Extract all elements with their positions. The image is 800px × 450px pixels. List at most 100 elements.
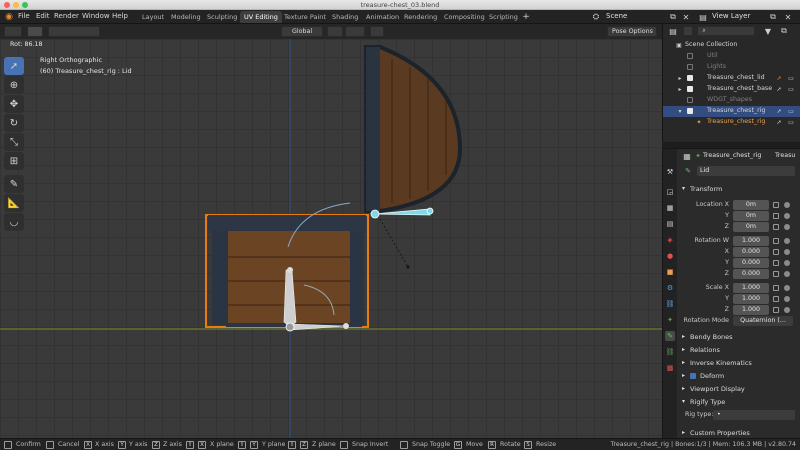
pose-options-dropdown[interactable]: Pose Options (607, 26, 657, 37)
tab-uv-editing[interactable]: UV Editing (240, 11, 282, 23)
world-icon[interactable]: ● (665, 251, 675, 261)
monitor-icon[interactable]: ▭ (787, 85, 795, 93)
exclude-checkbox[interactable] (687, 64, 693, 70)
bone-name-field[interactable]: Lid (697, 166, 795, 176)
keyframe-icon[interactable] (784, 213, 790, 219)
rotation-z-field[interactable]: 0.000 (733, 269, 769, 279)
rotation-y-field[interactable]: 0.000 (733, 258, 769, 268)
keyframe-icon[interactable] (784, 260, 790, 266)
constraints-icon[interactable]: ⛓ (665, 299, 675, 309)
annotate-tool-icon[interactable]: ✎ (4, 175, 24, 193)
lock-icon[interactable] (773, 285, 779, 291)
tool-settings-icon[interactable]: ⚒ (665, 167, 675, 177)
outliner-item-rig-armature[interactable]: ✦ Treasure_chest_rig ➚ ▭ (663, 117, 800, 128)
transform-panel-header[interactable]: ▾ Transform (678, 183, 800, 195)
outliner-item-wdgt[interactable]: WDGT_shapes (663, 95, 800, 106)
exclude-checkbox[interactable] (687, 86, 693, 92)
pivot-dropdown[interactable] (327, 26, 343, 37)
deform-panel[interactable]: ▸ Deform (678, 370, 800, 382)
select-arrow-icon[interactable]: ➚ (775, 107, 783, 115)
scene-name[interactable]: Scene (606, 12, 627, 20)
lock-icon[interactable] (773, 249, 779, 255)
scale-x-field[interactable]: 1.000 (733, 283, 769, 293)
lock-icon[interactable] (773, 213, 779, 219)
bone-constraints-icon[interactable]: ⛓ (665, 347, 675, 357)
lock-icon[interactable] (773, 238, 779, 244)
inverse-kinematics-panel[interactable]: ▸ Inverse Kinematics (678, 357, 800, 369)
delete-scene-icon[interactable]: ✕ (681, 12, 691, 22)
keyframe-icon[interactable] (784, 202, 790, 208)
scale-y-field[interactable]: 1.000 (733, 294, 769, 304)
location-y-field[interactable]: 0m (733, 211, 769, 221)
keyframe-icon[interactable] (784, 285, 790, 291)
keyframe-icon[interactable] (784, 224, 790, 230)
transform-tool-icon[interactable]: ⊞ (4, 152, 24, 170)
menu-render[interactable]: Render (54, 12, 79, 20)
blender-logo-icon[interactable]: ◉ (4, 12, 14, 22)
outliner-item-lid[interactable]: ▸ Treasure_chest_lid ➚ ▭ (663, 73, 800, 84)
filter-icon[interactable]: ▼ (763, 26, 773, 36)
rotation-w-field[interactable]: 1.000 (733, 236, 769, 246)
tab-shading[interactable]: Shading (328, 11, 362, 23)
object-data-icon[interactable]: ✦ (665, 315, 675, 325)
keyframe-icon[interactable] (784, 238, 790, 244)
outliner-root[interactable]: ▣ Scene Collection (663, 40, 800, 51)
scene-icon[interactable]: ⛭ (590, 12, 602, 22)
tab-modeling[interactable]: Modeling (167, 11, 205, 23)
rigify-type-panel[interactable]: ▾ Rigify Type (678, 396, 800, 408)
expand-arrow-icon[interactable]: ▸ (677, 85, 683, 93)
select-arrow-icon[interactable]: ➚ (775, 74, 783, 82)
outliner-search-input[interactable]: ⌕ (697, 26, 755, 36)
tab-animation[interactable]: Animation (362, 11, 403, 23)
lock-icon[interactable] (773, 271, 779, 277)
lock-icon[interactable] (773, 224, 779, 230)
output-icon[interactable]: ▦ (665, 203, 675, 213)
select-arrow-icon[interactable]: ➚ (775, 85, 783, 93)
view-layer-name[interactable]: View Layer (712, 12, 750, 20)
measure-tool-icon[interactable]: 📐 (4, 194, 24, 212)
lock-icon[interactable] (773, 307, 779, 313)
lock-icon[interactable] (773, 260, 779, 266)
keyframe-icon[interactable] (784, 307, 790, 313)
select-mode-button[interactable] (27, 26, 43, 37)
rotation-mode-dropdown[interactable]: Quaternion (... (733, 316, 793, 326)
display-mode-dropdown[interactable] (683, 26, 693, 36)
tab-texture-paint[interactable]: Texture Paint (280, 11, 330, 23)
tab-layout[interactable]: Layout (138, 11, 168, 23)
tab-scripting[interactable]: Scripting (485, 11, 522, 23)
scale-z-field[interactable]: 1.000 (733, 305, 769, 315)
new-collection-icon[interactable]: ⧉ (779, 26, 789, 36)
exclude-checkbox[interactable] (687, 97, 693, 103)
rotation-x-field[interactable]: 0.000 (733, 247, 769, 257)
select-arrow-icon[interactable]: ➚ (775, 118, 783, 126)
outliner-item-base[interactable]: ▸ Treasure_chest_base ➚ ▭ (663, 84, 800, 95)
monitor-icon[interactable]: ▭ (787, 107, 795, 115)
move-tool-icon[interactable]: ✥ (4, 95, 24, 113)
add-workspace-icon[interactable]: + (521, 12, 531, 22)
view-layer-icon[interactable]: ▤ (698, 12, 708, 22)
rig-type-field[interactable]: • (713, 410, 795, 420)
outliner-item-lights[interactable]: Lights (663, 62, 800, 73)
keyframe-icon[interactable] (784, 249, 790, 255)
monitor-icon[interactable]: ▭ (787, 74, 795, 82)
view-layer-tab-icon[interactable]: ▤ (665, 219, 675, 229)
scene-tab-icon[interactable]: ◈ (665, 235, 675, 245)
delete-view-layer-icon[interactable]: ✕ (783, 12, 793, 22)
menu-file[interactable]: File (18, 12, 30, 20)
tab-sculpting[interactable]: Sculpting (203, 11, 241, 23)
lock-icon[interactable] (773, 202, 779, 208)
expand-arrow-icon[interactable]: ▸ (677, 74, 683, 82)
relations-panel[interactable]: ▸ Relations (678, 344, 800, 356)
scale-tool-icon[interactable]: ⤡ (4, 133, 24, 151)
monitor-icon[interactable]: ▭ (787, 118, 795, 126)
viewport-display-panel[interactable]: ▸ Viewport Display (678, 383, 800, 395)
copy-view-layer-icon[interactable]: ⧉ (768, 12, 778, 22)
tab-rendering[interactable]: Rendering (400, 11, 441, 23)
outliner-editor-icon[interactable]: ▤ (667, 26, 679, 36)
modifiers-icon[interactable]: ⚙ (665, 283, 675, 293)
render-icon[interactable]: ◲ (665, 187, 675, 197)
bone-icon[interactable]: ✎ (665, 331, 675, 341)
deform-checkbox[interactable] (690, 373, 696, 379)
object-icon[interactable]: ■ (665, 267, 675, 277)
location-z-field[interactable]: 0m (733, 222, 769, 232)
